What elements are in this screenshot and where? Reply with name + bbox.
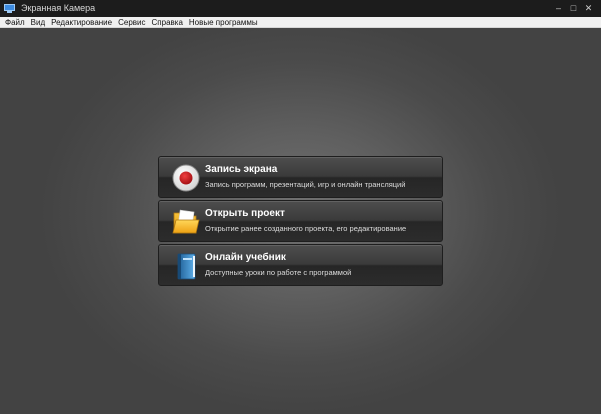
- open-project-button[interactable]: Открыть проект Открытие ранее созданного…: [158, 200, 443, 242]
- app-monitor-icon: [4, 4, 15, 13]
- record-screen-description: Запись программ, презентаций, игр и онла…: [205, 180, 406, 189]
- open-project-title: Открыть проект: [205, 208, 285, 219]
- record-icon: [172, 164, 200, 192]
- window-title: Экранная Камера: [21, 3, 96, 13]
- app-window: Экранная Камера – □ ✕ Файл Вид Редактиро…: [0, 0, 601, 414]
- menu-view[interactable]: Вид: [28, 17, 48, 28]
- close-button[interactable]: ✕: [582, 2, 595, 15]
- folder-icon: [172, 209, 200, 234]
- online-tutorial-description: Доступные уроки по работе с программой: [205, 268, 352, 277]
- record-screen-button[interactable]: Запись экрана Запись программ, презентац…: [158, 156, 443, 198]
- menu-new-programs[interactable]: Новые программы: [186, 17, 261, 28]
- start-menu-panel: Запись экрана Запись программ, презентац…: [158, 156, 443, 288]
- window-controls: – □ ✕: [550, 0, 595, 17]
- menu-edit[interactable]: Редактирование: [48, 17, 115, 28]
- menu-service[interactable]: Сервис: [115, 17, 148, 28]
- menu-help[interactable]: Справка: [149, 17, 186, 28]
- workspace: Запись экрана Запись программ, презентац…: [0, 28, 601, 414]
- online-tutorial-title: Онлайн учебник: [205, 252, 286, 263]
- minimize-button[interactable]: –: [552, 2, 565, 15]
- open-project-description: Открытие ранее созданного проекта, его р…: [205, 224, 407, 233]
- online-tutorial-button[interactable]: Онлайн учебник Доступные уроки по работе…: [158, 244, 443, 286]
- title-bar[interactable]: Экранная Камера – □ ✕: [0, 0, 601, 17]
- book-icon: [177, 253, 196, 280]
- menu-file[interactable]: Файл: [0, 17, 28, 28]
- record-screen-title: Запись экрана: [205, 164, 278, 175]
- menu-bar: Файл Вид Редактирование Сервис Справка Н…: [0, 17, 601, 28]
- maximize-button[interactable]: □: [567, 2, 580, 15]
